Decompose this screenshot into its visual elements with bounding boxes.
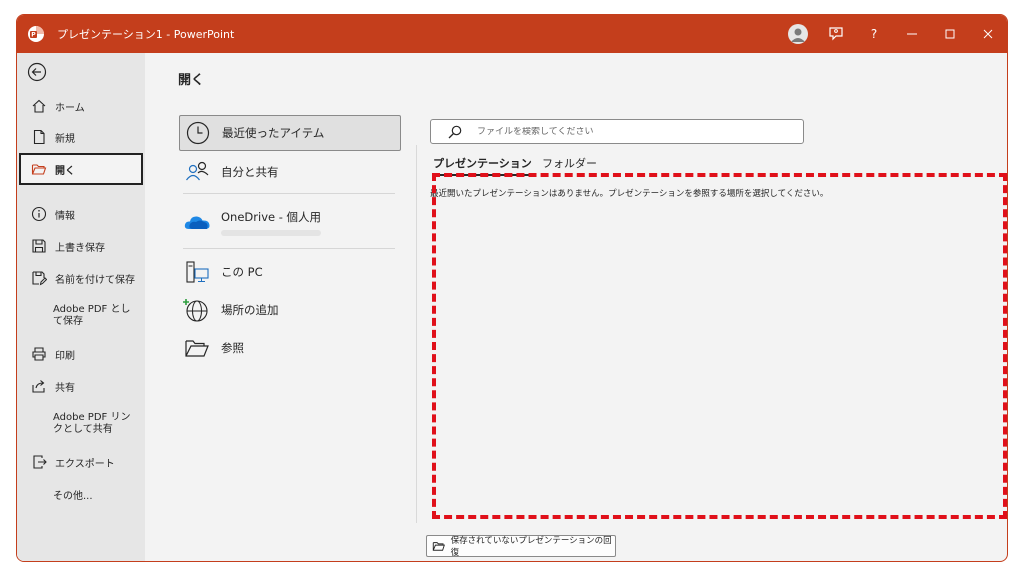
nav-save-adobe-pdf-label: Adobe PDF として保存 (53, 304, 131, 327)
globe-add-icon (183, 299, 208, 322)
help-button[interactable]: ? (855, 15, 893, 53)
powerpoint-window: P プレゼンテーション1 - PowerPoint ? ホーム 新規 開く 情報… (16, 14, 1008, 562)
nav-home[interactable]: ホーム (19, 91, 143, 121)
maximize-icon (945, 29, 955, 39)
new-document-icon (33, 129, 45, 145)
nav-open-label: 開く (55, 165, 75, 177)
svg-text:P: P (31, 32, 36, 39)
save-as-icon (32, 271, 47, 286)
onedrive-account-redacted (221, 230, 321, 236)
search-icon (448, 125, 462, 138)
back-arrow-icon[interactable] (27, 62, 47, 82)
nav-info-label: 情報 (55, 210, 75, 222)
folder-icon (185, 340, 209, 357)
nav-share[interactable]: 共有 (19, 371, 143, 401)
nav-share-adobe-pdf-link[interactable]: Adobe PDF リンクとして共有 (19, 407, 143, 441)
location-this-pc[interactable]: この PC (179, 255, 401, 289)
people-icon (186, 161, 209, 181)
share-icon (32, 380, 45, 393)
maximize-button[interactable] (931, 15, 969, 53)
nav-info[interactable]: 情報 (19, 199, 143, 229)
highlight-annotation-box (432, 173, 1007, 519)
nav-print[interactable]: 印刷 (19, 339, 143, 369)
clock-icon (186, 121, 210, 145)
location-browse-label: 参照 (221, 341, 244, 355)
location-recent[interactable]: 最近使ったアイテム (179, 115, 401, 151)
page-title: 開く (178, 73, 205, 88)
location-recent-label: 最近使ったアイテム (222, 126, 325, 140)
nav-export[interactable]: エクスポート (19, 447, 143, 477)
close-button[interactable] (969, 15, 1007, 53)
help-icon: ? (870, 27, 878, 41)
minimize-button[interactable] (893, 15, 931, 53)
nav-print-label: 印刷 (55, 350, 75, 362)
recover-unsaved-button[interactable]: 保存されていないプレゼンテーションの回復 (426, 535, 616, 558)
close-icon (983, 29, 993, 39)
powerpoint-logo-icon: P (28, 26, 44, 42)
info-icon (31, 206, 47, 222)
file-search-box[interactable] (430, 119, 804, 144)
nav-more-label: その他... (53, 490, 93, 502)
location-shared-with-me-label: 自分と共有 (221, 165, 279, 179)
user-icon (791, 28, 805, 42)
location-browse[interactable]: 参照 (179, 331, 401, 365)
home-icon (32, 99, 46, 113)
nav-save-adobe-pdf[interactable]: Adobe PDF として保存 (19, 299, 143, 333)
location-onedrive-label: OneDrive - 個人用 (221, 210, 322, 224)
folder-icon (432, 542, 445, 551)
nav-share-label: 共有 (55, 382, 75, 394)
location-add-place[interactable]: 場所の追加 (179, 293, 401, 327)
nav-more[interactable]: その他... (19, 479, 143, 509)
save-icon (32, 239, 46, 253)
export-icon (33, 455, 47, 469)
open-pane: 開く 最近使ったアイテム 自分と共有 OneDrive - 個人用 この PC … (145, 53, 1007, 561)
location-divider (183, 248, 395, 249)
print-icon (32, 347, 46, 361)
account-avatar[interactable] (788, 24, 808, 44)
minimize-icon (907, 33, 917, 35)
pane-divider (416, 145, 417, 523)
nav-save[interactable]: 上書き保存 (19, 231, 143, 261)
nav-home-label: ホーム (55, 102, 85, 114)
location-add-place-label: 場所の追加 (221, 303, 279, 317)
nav-export-label: エクスポート (55, 458, 115, 470)
title-bar: P プレゼンテーション1 - PowerPoint ? (17, 15, 1007, 53)
nav-new[interactable]: 新規 (19, 122, 143, 152)
recover-unsaved-label: 保存されていないプレゼンテーションの回復 (450, 536, 612, 558)
feedback-button[interactable] (817, 15, 855, 53)
location-shared-with-me[interactable]: 自分と共有 (179, 155, 401, 189)
onedrive-icon (184, 216, 210, 229)
location-onedrive[interactable]: OneDrive - 個人用 (179, 203, 401, 245)
nav-new-label: 新規 (55, 133, 75, 145)
nav-save-as-label: 名前を付けて保存 (55, 274, 135, 286)
open-folder-icon (31, 164, 47, 175)
nav-open[interactable]: 開く (19, 153, 143, 185)
location-divider (183, 193, 395, 194)
nav-share-adobe-pdf-link-label: Adobe PDF リンクとして共有 (53, 412, 131, 435)
pc-icon (186, 261, 209, 283)
feedback-icon (829, 27, 843, 41)
backstage-sidebar: ホーム 新規 開く 情報 上書き保存 名前を付けて保存 Adobe PDF とし… (17, 53, 145, 561)
nav-save-as[interactable]: 名前を付けて保存 (19, 263, 143, 293)
window-title: プレゼンテーション1 - PowerPoint (57, 28, 235, 41)
nav-save-label: 上書き保存 (55, 242, 105, 254)
location-this-pc-label: この PC (221, 265, 263, 279)
search-input[interactable] (477, 126, 777, 137)
tab-folders[interactable]: フォルダー (542, 155, 597, 174)
